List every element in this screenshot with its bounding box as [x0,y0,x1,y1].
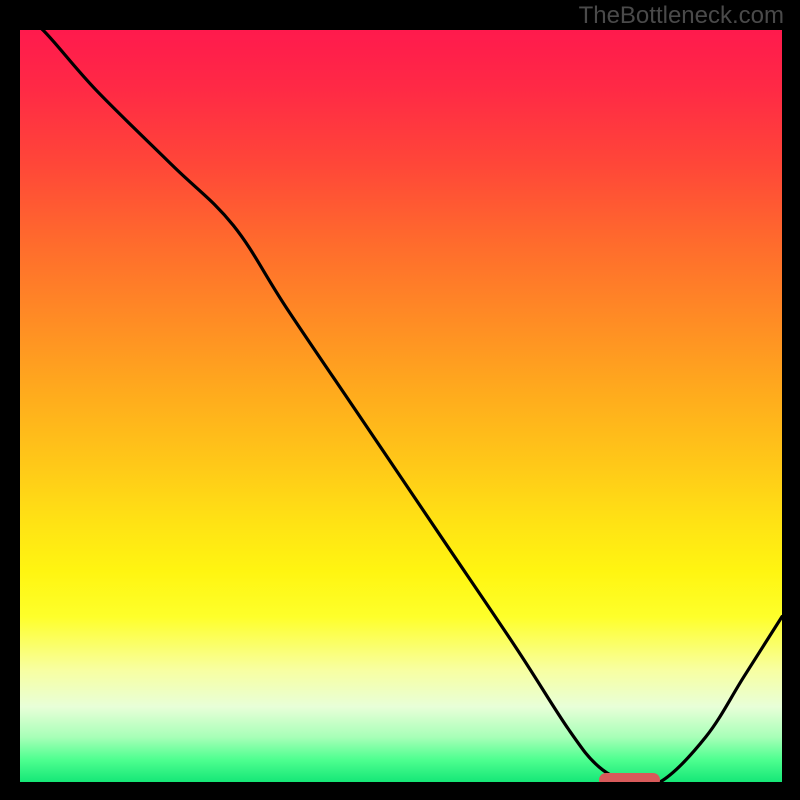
bottleneck-curve [20,30,782,782]
curve-svg [20,30,782,782]
optimal-range-marker [599,773,660,782]
plot-area [20,30,782,782]
chart-container: TheBottleneck.com [0,0,800,800]
watermark-text: TheBottleneck.com [579,2,784,30]
